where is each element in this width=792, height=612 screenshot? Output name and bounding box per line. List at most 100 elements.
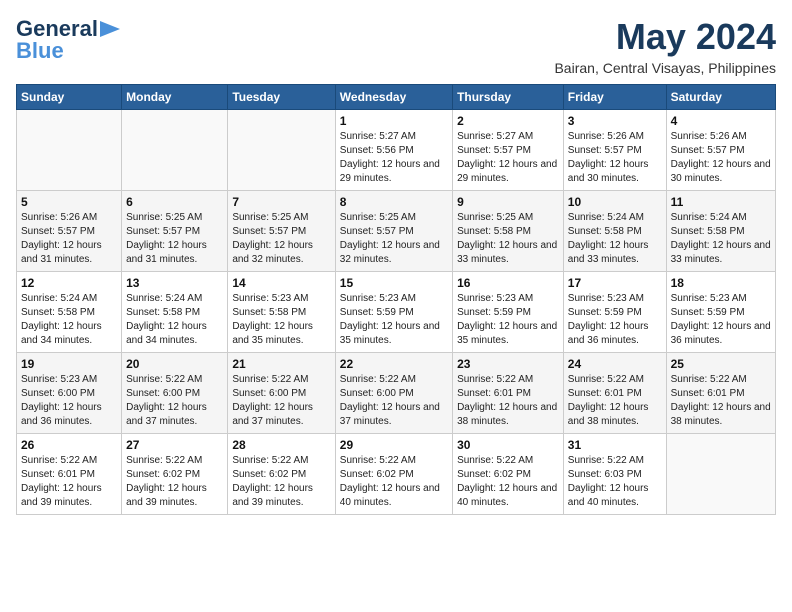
logo-blue: Blue <box>16 38 64 64</box>
header-tuesday: Tuesday <box>228 85 335 110</box>
day-info: Sunrise: 5:22 AM Sunset: 6:01 PM Dayligh… <box>671 373 771 429</box>
day-number: 8 <box>340 195 448 209</box>
table-cell: 6 Sunrise: 5:25 AM Sunset: 5:57 PM Daylig… <box>122 191 228 272</box>
table-cell: 8 Sunrise: 5:25 AM Sunset: 5:57 PM Daylig… <box>335 191 452 272</box>
day-number: 18 <box>671 276 771 290</box>
day-number: 15 <box>340 276 448 290</box>
day-number: 30 <box>457 438 559 452</box>
day-number: 1 <box>340 114 448 128</box>
table-cell: 11Sunrise: 5:24 AM Sunset: 5:58 PM Dayli… <box>666 191 775 272</box>
day-number: 25 <box>671 357 771 371</box>
day-info: Sunrise: 5:23 AM Sunset: 5:59 PM Dayligh… <box>457 292 559 348</box>
day-info: Sunrise: 5:27 AM Sunset: 5:56 PM Dayligh… <box>340 130 448 186</box>
day-info: Sunrise: 5:22 AM Sunset: 6:02 PM Dayligh… <box>457 454 559 510</box>
table-cell: 24 Sunrise: 5:22 AM Sunset: 6:01 PM Dayli… <box>563 353 666 434</box>
day-number: 16 <box>457 276 559 290</box>
day-info: Sunrise: 5:25 AM Sunset: 5:57 PM Dayligh… <box>232 211 330 267</box>
table-cell: 7 Sunrise: 5:25 AM Sunset: 5:57 PM Daylig… <box>228 191 335 272</box>
table-cell <box>17 110 122 191</box>
week-row-3: 19 Sunrise: 5:23 AM Sunset: 6:00 PM Dayli… <box>17 353 776 434</box>
day-info: Sunrise: 5:22 AM Sunset: 6:01 PM Dayligh… <box>457 373 559 429</box>
month-title: May 2024 <box>554 16 776 58</box>
day-info: Sunrise: 5:22 AM Sunset: 6:00 PM Dayligh… <box>340 373 448 429</box>
page-header: General Blue May 2024 Bairan, Central Vi… <box>16 16 776 76</box>
day-info: Sunrise: 5:24 AM Sunset: 5:58 PM Dayligh… <box>21 292 117 348</box>
day-info: Sunrise: 5:22 AM Sunset: 6:00 PM Dayligh… <box>232 373 330 429</box>
table-cell: 17Sunrise: 5:23 AM Sunset: 5:59 PM Dayli… <box>563 272 666 353</box>
table-cell: 26 Sunrise: 5:22 AM Sunset: 6:01 PM Dayli… <box>17 434 122 515</box>
table-cell: 9Sunrise: 5:25 AM Sunset: 5:58 PM Daylig… <box>453 191 564 272</box>
day-number: 19 <box>21 357 117 371</box>
day-info: Sunrise: 5:22 AM Sunset: 6:01 PM Dayligh… <box>21 454 117 510</box>
location: Bairan, Central Visayas, Philippines <box>554 60 776 76</box>
table-cell: 13 Sunrise: 5:24 AM Sunset: 5:58 PM Dayli… <box>122 272 228 353</box>
day-number: 31 <box>568 438 662 452</box>
header-monday: Monday <box>122 85 228 110</box>
day-number: 3 <box>568 114 662 128</box>
day-number: 10 <box>568 195 662 209</box>
day-number: 13 <box>126 276 223 290</box>
day-info: Sunrise: 5:25 AM Sunset: 5:57 PM Dayligh… <box>126 211 223 267</box>
day-info: Sunrise: 5:23 AM Sunset: 5:59 PM Dayligh… <box>340 292 448 348</box>
table-cell: 29Sunrise: 5:22 AM Sunset: 6:02 PM Dayli… <box>335 434 452 515</box>
day-number: 28 <box>232 438 330 452</box>
day-info: Sunrise: 5:23 AM Sunset: 5:58 PM Dayligh… <box>232 292 330 348</box>
table-cell: 21 Sunrise: 5:22 AM Sunset: 6:00 PM Dayli… <box>228 353 335 434</box>
table-cell: 15 Sunrise: 5:23 AM Sunset: 5:59 PM Dayli… <box>335 272 452 353</box>
table-cell: 5 Sunrise: 5:26 AM Sunset: 5:57 PM Daylig… <box>17 191 122 272</box>
day-number: 2 <box>457 114 559 128</box>
day-info: Sunrise: 5:22 AM Sunset: 6:01 PM Dayligh… <box>568 373 662 429</box>
day-number: 26 <box>21 438 117 452</box>
day-info: Sunrise: 5:22 AM Sunset: 6:02 PM Dayligh… <box>232 454 330 510</box>
title-block: May 2024 Bairan, Central Visayas, Philip… <box>554 16 776 76</box>
table-cell: 1 Sunrise: 5:27 AM Sunset: 5:56 PM Daylig… <box>335 110 452 191</box>
table-cell: 14Sunrise: 5:23 AM Sunset: 5:58 PM Dayli… <box>228 272 335 353</box>
day-info: Sunrise: 5:27 AM Sunset: 5:57 PM Dayligh… <box>457 130 559 186</box>
day-number: 22 <box>340 357 448 371</box>
day-number: 11 <box>671 195 771 209</box>
day-number: 29 <box>340 438 448 452</box>
day-number: 21 <box>232 357 330 371</box>
table-cell <box>122 110 228 191</box>
day-info: Sunrise: 5:24 AM Sunset: 5:58 PM Dayligh… <box>568 211 662 267</box>
day-info: Sunrise: 5:25 AM Sunset: 5:57 PM Dayligh… <box>340 211 448 267</box>
table-cell: 20 Sunrise: 5:22 AM Sunset: 6:00 PM Dayli… <box>122 353 228 434</box>
table-cell: 28 Sunrise: 5:22 AM Sunset: 6:02 PM Dayli… <box>228 434 335 515</box>
day-info: Sunrise: 5:22 AM Sunset: 6:03 PM Dayligh… <box>568 454 662 510</box>
table-cell: 23Sunrise: 5:22 AM Sunset: 6:01 PM Dayli… <box>453 353 564 434</box>
week-row-2: 12 Sunrise: 5:24 AM Sunset: 5:58 PM Dayli… <box>17 272 776 353</box>
day-number: 20 <box>126 357 223 371</box>
table-cell <box>666 434 775 515</box>
day-number: 12 <box>21 276 117 290</box>
table-cell: 30 Sunrise: 5:22 AM Sunset: 6:02 PM Dayli… <box>453 434 564 515</box>
table-cell: 19 Sunrise: 5:23 AM Sunset: 6:00 PM Dayli… <box>17 353 122 434</box>
day-number: 9 <box>457 195 559 209</box>
table-cell: 12 Sunrise: 5:24 AM Sunset: 5:58 PM Dayli… <box>17 272 122 353</box>
day-number: 27 <box>126 438 223 452</box>
table-cell: 2 Sunrise: 5:27 AM Sunset: 5:57 PM Daylig… <box>453 110 564 191</box>
table-cell: 31 Sunrise: 5:22 AM Sunset: 6:03 PM Dayli… <box>563 434 666 515</box>
header-friday: Friday <box>563 85 666 110</box>
day-number: 5 <box>21 195 117 209</box>
day-number: 24 <box>568 357 662 371</box>
day-number: 17 <box>568 276 662 290</box>
table-cell: 18Sunrise: 5:23 AM Sunset: 5:59 PM Dayli… <box>666 272 775 353</box>
day-number: 7 <box>232 195 330 209</box>
table-cell: 16 Sunrise: 5:23 AM Sunset: 5:59 PM Dayli… <box>453 272 564 353</box>
day-info: Sunrise: 5:23 AM Sunset: 6:00 PM Dayligh… <box>21 373 117 429</box>
week-row-1: 5 Sunrise: 5:26 AM Sunset: 5:57 PM Daylig… <box>17 191 776 272</box>
table-cell: 25 Sunrise: 5:22 AM Sunset: 6:01 PM Dayli… <box>666 353 775 434</box>
logo-arrow-icon <box>100 21 120 37</box>
header-sunday: Sunday <box>17 85 122 110</box>
day-number: 6 <box>126 195 223 209</box>
day-info: Sunrise: 5:22 AM Sunset: 6:00 PM Dayligh… <box>126 373 223 429</box>
table-cell <box>228 110 335 191</box>
header-row: Sunday Monday Tuesday Wednesday Thursday… <box>17 85 776 110</box>
day-info: Sunrise: 5:24 AM Sunset: 5:58 PM Dayligh… <box>126 292 223 348</box>
calendar-table: Sunday Monday Tuesday Wednesday Thursday… <box>16 84 776 515</box>
logo: General Blue <box>16 16 120 64</box>
table-cell: 3Sunrise: 5:26 AM Sunset: 5:57 PM Daylig… <box>563 110 666 191</box>
header-wednesday: Wednesday <box>335 85 452 110</box>
table-cell: 27Sunrise: 5:22 AM Sunset: 6:02 PM Dayli… <box>122 434 228 515</box>
day-info: Sunrise: 5:26 AM Sunset: 5:57 PM Dayligh… <box>21 211 117 267</box>
